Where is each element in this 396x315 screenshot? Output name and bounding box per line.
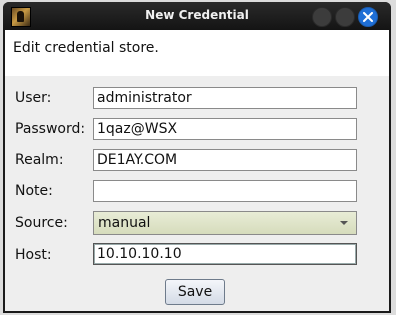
maximize-button[interactable]	[335, 7, 355, 27]
source-selected-value: manual	[98, 215, 151, 231]
source-select[interactable]: manual	[93, 211, 357, 235]
realm-label: Realm:	[15, 152, 64, 168]
close-icon	[363, 12, 373, 22]
title-bar[interactable]: New Credential	[3, 2, 391, 30]
new-credential-dialog: New Credential Edit credential store. Us…	[3, 2, 391, 313]
host-field[interactable]	[93, 243, 357, 265]
password-field[interactable]	[93, 118, 357, 140]
dialog-body: Edit credential store. User: Password: R…	[5, 30, 389, 311]
password-label: Password:	[15, 121, 86, 137]
chevron-down-icon	[340, 221, 348, 225]
note-label: Note:	[15, 183, 53, 199]
realm-field[interactable]	[93, 149, 357, 171]
user-label: User:	[15, 90, 52, 106]
note-field[interactable]	[93, 180, 357, 202]
host-label: Host:	[15, 247, 52, 263]
save-button[interactable]: Save	[165, 279, 225, 305]
source-label: Source:	[15, 215, 68, 231]
user-field[interactable]	[93, 87, 357, 109]
window-title: New Credential	[145, 8, 249, 22]
close-button[interactable]	[358, 7, 378, 27]
credential-form: User: Password: Realm: Note: Source: man…	[5, 30, 389, 311]
minimize-button[interactable]	[312, 7, 332, 27]
